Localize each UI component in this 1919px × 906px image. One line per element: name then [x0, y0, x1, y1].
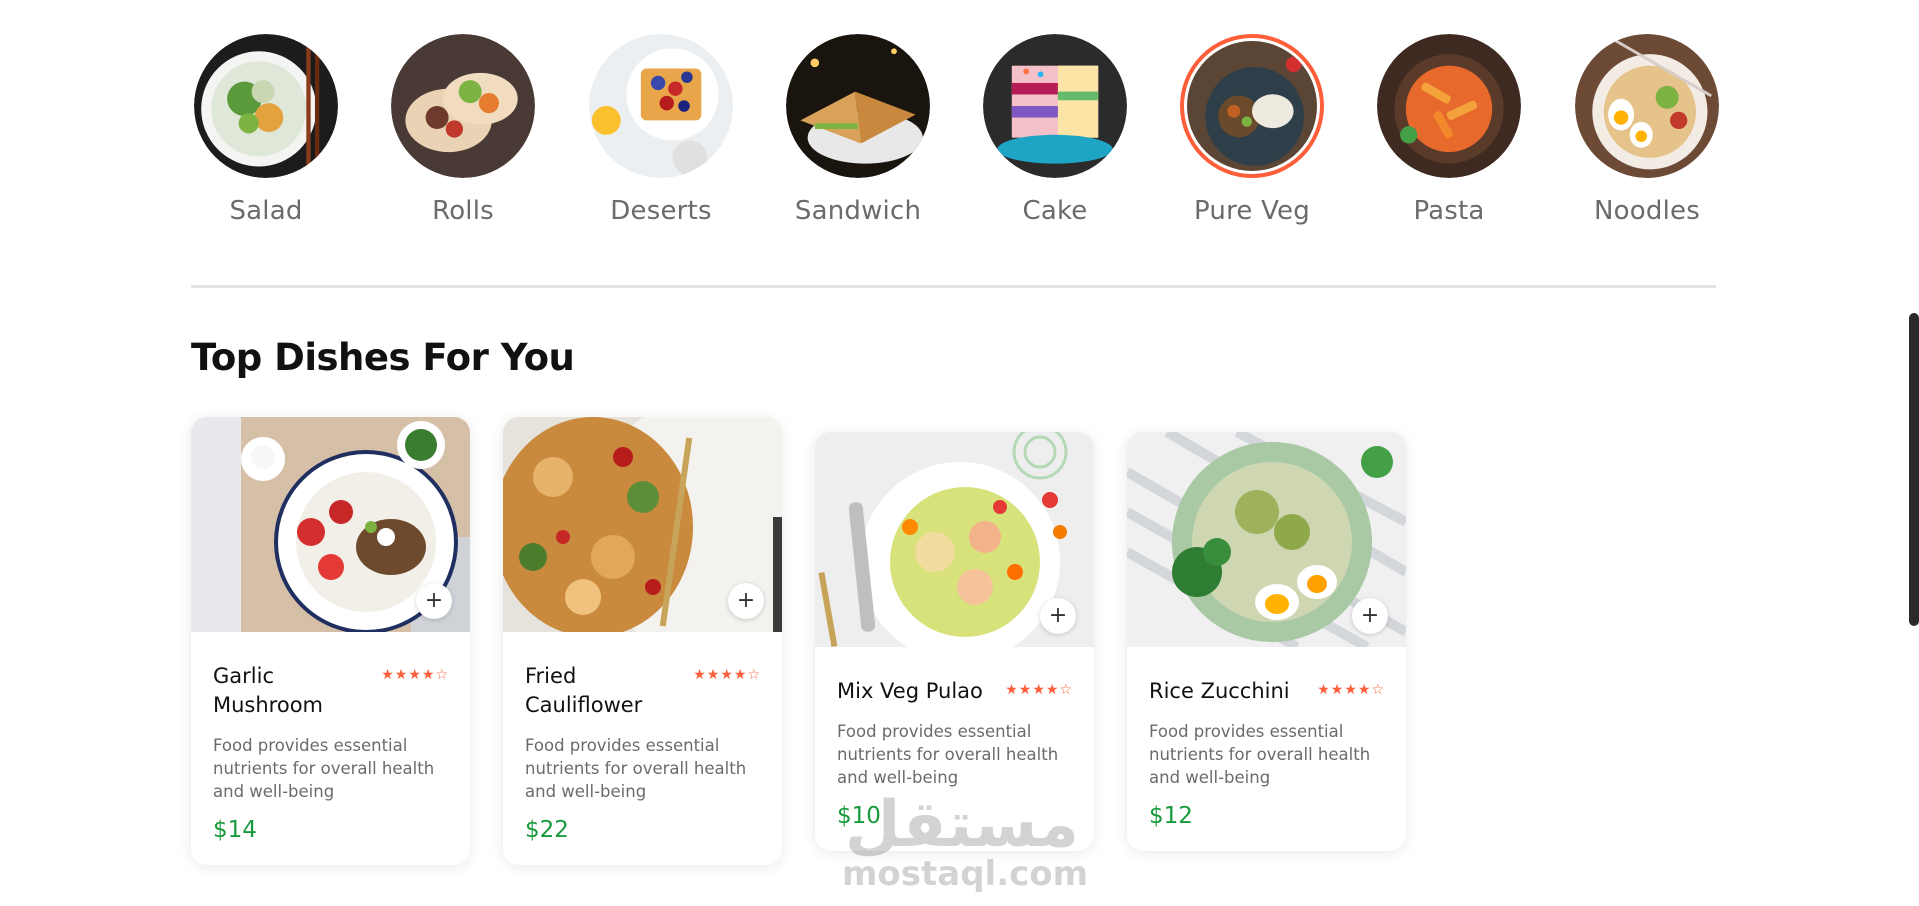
star-empty-icon: ☆ [1371, 682, 1384, 698]
category-label: Deserts [610, 196, 712, 226]
cake-image [983, 34, 1127, 178]
category-rolls[interactable]: Rolls [388, 34, 538, 226]
rating-stars: ★ ★ ★ ★ ☆ [1317, 680, 1384, 700]
dish-image: + [1127, 432, 1406, 647]
dish-name: Mix Veg Pulao [837, 679, 983, 703]
sandwich-image [786, 34, 930, 178]
star-filled-icon: ★ [1045, 682, 1059, 698]
dish-price: $10 [837, 803, 881, 829]
category-sandwich[interactable]: Sandwich [783, 34, 933, 226]
dish-card-garlic-mushroom[interactable]: + Garlic Mushroom ★ ★ ★ ★ ☆ Food provides es… [191, 417, 470, 865]
dish-description: Food provides essential nutrients for ov… [213, 736, 435, 801]
category-cake[interactable]: Cake [980, 34, 1130, 226]
star-filled-icon: ★ [720, 667, 733, 683]
rolls-image [391, 34, 535, 178]
star-filled-icon: ★ [1330, 682, 1344, 698]
category-label: Sandwich [794, 196, 922, 226]
star-filled-icon: ★ [421, 667, 435, 683]
rating-stars: ★ ★ ★ ★ ☆ [693, 665, 760, 685]
section-divider [191, 285, 1716, 288]
star-filled-icon: ★ [1357, 682, 1371, 698]
dish-price: $12 [1149, 803, 1193, 829]
section-title: Top Dishes For You [191, 336, 575, 379]
star-filled-icon: ★ [733, 667, 747, 683]
dish-card-rice-zucchini[interactable]: + Rice Zucchini ★ ★ ★ ★ ☆ Food provides esse… [1127, 432, 1406, 851]
category-label: Cake [1022, 196, 1088, 226]
category-pasta[interactable]: Pasta [1374, 34, 1524, 226]
add-to-cart-button[interactable]: + [1040, 598, 1076, 634]
dish-price: $22 [525, 817, 569, 843]
star-filled-icon: ★ [1032, 682, 1045, 698]
category-label: Pasta [1413, 196, 1485, 226]
dish-description: Food provides essential nutrients for ov… [525, 736, 747, 801]
category-noodles[interactable]: Noodles [1572, 34, 1722, 226]
deserts-image [589, 34, 733, 178]
rating-stars: ★ ★ ★ ★ ☆ [381, 665, 448, 685]
dish-name: Rice Zucchini [1149, 679, 1290, 703]
salad-image [194, 34, 338, 178]
pasta-image [1377, 34, 1521, 178]
category-salad[interactable]: Salad [191, 34, 341, 226]
add-to-cart-button[interactable]: + [728, 583, 764, 619]
category-pure-veg[interactable]: Pure Veg [1177, 34, 1327, 226]
star-filled-icon: ★ [706, 667, 720, 683]
dish-image: + [815, 432, 1094, 647]
star-empty-icon: ☆ [1059, 682, 1072, 698]
category-menu: Salad Rolls Deserts Sandwich Cake Pure V… [191, 34, 1719, 234]
star-empty-icon: ☆ [435, 667, 448, 683]
star-filled-icon: ★ [1018, 682, 1032, 698]
category-label: Pure Veg [1194, 196, 1310, 226]
noodles-image [1575, 34, 1719, 178]
dish-description: Food provides essential nutrients for ov… [837, 722, 1059, 787]
star-filled-icon: ★ [408, 667, 421, 683]
dish-name: Fried Cauliflower [525, 664, 643, 717]
dish-card-mix-veg-pulao[interactable]: + Mix Veg Pulao ★ ★ ★ ★ ☆ Food provides esse… [815, 432, 1094, 851]
dish-image: + [503, 417, 782, 632]
category-label: Rolls [432, 196, 494, 226]
star-filled-icon: ★ [1005, 682, 1018, 698]
dish-price: $14 [213, 817, 257, 843]
star-empty-icon: ☆ [747, 667, 760, 683]
add-to-cart-button[interactable]: + [1352, 598, 1388, 634]
dish-card-fried-cauliflower[interactable]: + Fried Cauliflower ★ ★ ★ ★ ☆ Food provides … [503, 417, 782, 865]
dish-image: + [191, 417, 470, 632]
rating-stars: ★ ★ ★ ★ ☆ [1005, 680, 1072, 700]
category-label: Noodles [1594, 196, 1700, 226]
dish-name: Garlic Mushroom [213, 664, 324, 717]
star-filled-icon: ★ [381, 667, 394, 683]
watermark-latin: mostaql.com [842, 854, 1089, 894]
pure-veg-image [1180, 34, 1324, 178]
star-filled-icon: ★ [693, 667, 706, 683]
add-to-cart-button[interactable]: + [416, 583, 452, 619]
star-filled-icon: ★ [1317, 682, 1330, 698]
category-deserts[interactable]: Deserts [586, 34, 736, 226]
dish-description: Food provides essential nutrients for ov… [1149, 722, 1371, 787]
page-scrollbar[interactable] [1909, 313, 1919, 626]
category-label: Salad [229, 196, 303, 226]
star-filled-icon: ★ [1344, 682, 1357, 698]
star-filled-icon: ★ [394, 667, 408, 683]
